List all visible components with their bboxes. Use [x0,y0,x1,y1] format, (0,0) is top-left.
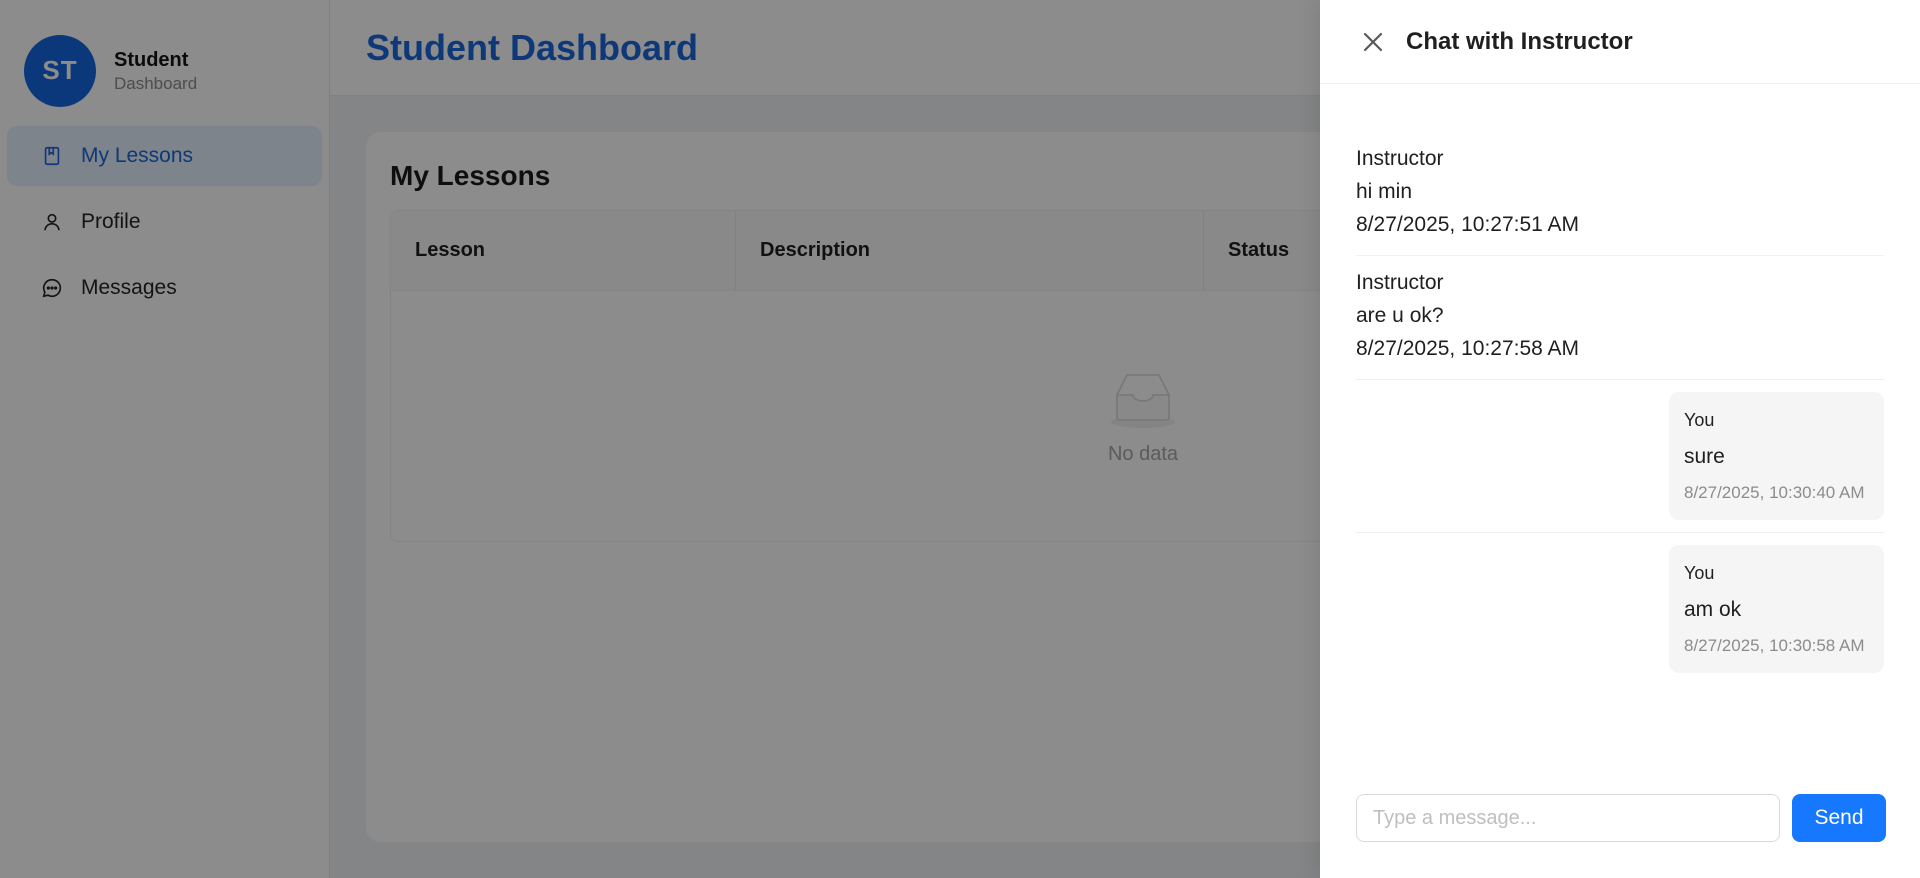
app-root: ST Student Dashboard My Lessons Profile … [0,0,1920,878]
message-text: sure [1684,445,1725,468]
drawer-header: Chat with Instructor [1320,0,1920,84]
message-time: 8/27/2025, 10:30:58 AM [1684,636,1865,655]
message-text: are u ok? [1356,304,1444,327]
message-time: 8/27/2025, 10:30:40 AM [1684,483,1865,502]
message-text: am ok [1684,598,1742,621]
send-button[interactable]: Send [1792,794,1886,842]
message-bubble: You am ok 8/27/2025, 10:30:58 AM [1669,545,1884,673]
message-sender: Instructor [1356,147,1444,170]
chat-messages: Instructor hi min 8/27/2025, 10:27:51 AM… [1320,84,1920,685]
message-sender: Instructor [1356,271,1444,294]
message-sender: You [1684,410,1715,430]
drawer-title: Chat with Instructor [1406,27,1633,55]
chat-message-own: You am ok 8/27/2025, 10:30:58 AM [1356,533,1884,685]
message-sender: You [1684,563,1715,583]
message-time: 8/27/2025, 10:27:51 AM [1356,213,1580,236]
message-input[interactable] [1356,794,1780,842]
chat-composer: Send [1356,794,1886,842]
message-time: 8/27/2025, 10:27:58 AM [1356,337,1580,360]
chat-drawer: Chat with Instructor Instructor hi min 8… [1320,0,1920,878]
message-bubble: You sure 8/27/2025, 10:30:40 AM [1669,392,1884,520]
message-text: hi min [1356,180,1413,203]
chat-message-own: You sure 8/27/2025, 10:30:40 AM [1356,380,1884,533]
chat-message: Instructor are u ok? 8/27/2025, 10:27:58… [1356,256,1884,380]
close-icon[interactable] [1360,29,1386,55]
chat-message: Instructor hi min 8/27/2025, 10:27:51 AM [1356,132,1884,256]
